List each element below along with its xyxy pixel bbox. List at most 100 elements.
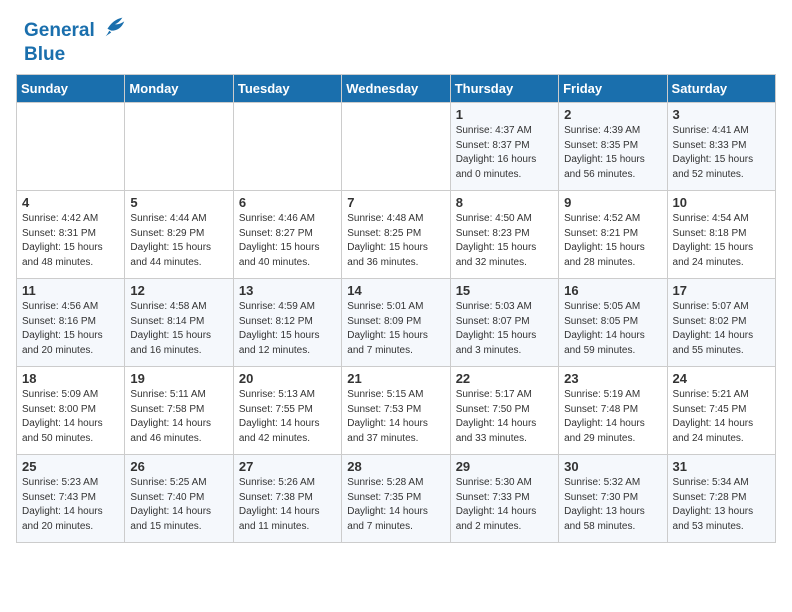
day-number: 3 — [673, 107, 770, 122]
day-info: Sunrise: 4:39 AM Sunset: 8:35 PM Dayligh… — [564, 124, 661, 182]
calendar-cell: 21 Sunrise: 5:15 AM Sunset: 7:53 PM Dayli… — [342, 367, 450, 455]
day-number: 11 — [22, 283, 119, 298]
day-number: 1 — [456, 107, 553, 122]
day-info: Sunrise: 5:25 AM Sunset: 7:40 PM Dayligh… — [130, 476, 227, 534]
day-info: Sunrise: 5:01 AM Sunset: 8:09 PM Dayligh… — [347, 300, 444, 358]
calendar-cell: 14 Sunrise: 5:01 AM Sunset: 8:09 PM Dayli… — [342, 279, 450, 367]
day-number: 22 — [456, 371, 553, 386]
calendar-cell: 12 Sunrise: 4:58 AM Sunset: 8:14 PM Dayli… — [125, 279, 233, 367]
calendar-cell: 15 Sunrise: 5:03 AM Sunset: 8:07 PM Dayli… — [450, 279, 558, 367]
week-row-3: 11 Sunrise: 4:56 AM Sunset: 8:16 PM Dayli… — [17, 279, 776, 367]
day-number: 29 — [456, 459, 553, 474]
calendar-cell: 26 Sunrise: 5:25 AM Sunset: 7:40 PM Dayli… — [125, 455, 233, 543]
calendar-cell: 17 Sunrise: 5:07 AM Sunset: 8:02 PM Dayli… — [667, 279, 775, 367]
day-number: 31 — [673, 459, 770, 474]
day-number: 18 — [22, 371, 119, 386]
day-number: 21 — [347, 371, 444, 386]
calendar-cell: 23 Sunrise: 5:19 AM Sunset: 7:48 PM Dayli… — [559, 367, 667, 455]
calendar-cell: 1 Sunrise: 4:37 AM Sunset: 8:37 PM Daylig… — [450, 103, 558, 191]
calendar-cell: 31 Sunrise: 5:34 AM Sunset: 7:28 PM Dayli… — [667, 455, 775, 543]
day-info: Sunrise: 5:15 AM Sunset: 7:53 PM Dayligh… — [347, 388, 444, 446]
weekday-header-friday: Friday — [559, 75, 667, 103]
day-info: Sunrise: 4:59 AM Sunset: 8:12 PM Dayligh… — [239, 300, 336, 358]
day-number: 7 — [347, 195, 444, 210]
day-info: Sunrise: 5:28 AM Sunset: 7:35 PM Dayligh… — [347, 476, 444, 534]
day-number: 15 — [456, 283, 553, 298]
day-number: 17 — [673, 283, 770, 298]
week-row-2: 4Sunrise: 4:42 AM Sunset: 8:31 PM Daylig… — [17, 191, 776, 279]
day-info: Sunrise: 4:50 AM Sunset: 8:23 PM Dayligh… — [456, 212, 553, 270]
calendar-cell: 7 Sunrise: 4:48 AM Sunset: 8:25 PM Daylig… — [342, 191, 450, 279]
calendar-cell: 25 Sunrise: 5:23 AM Sunset: 7:43 PM Dayli… — [17, 455, 125, 543]
day-number: 16 — [564, 283, 661, 298]
day-info: Sunrise: 4:48 AM Sunset: 8:25 PM Dayligh… — [347, 212, 444, 270]
weekday-header-saturday: Saturday — [667, 75, 775, 103]
calendar-cell: 4Sunrise: 4:42 AM Sunset: 8:31 PM Daylig… — [17, 191, 125, 279]
day-info: Sunrise: 4:42 AM Sunset: 8:31 PM Dayligh… — [22, 212, 119, 270]
day-info: Sunrise: 4:52 AM Sunset: 8:21 PM Dayligh… — [564, 212, 661, 270]
calendar-cell: 2Sunrise: 4:39 AM Sunset: 8:35 PM Daylig… — [559, 103, 667, 191]
logo-blue: Blue — [24, 45, 128, 64]
day-number: 19 — [130, 371, 227, 386]
day-info: Sunrise: 5:30 AM Sunset: 7:33 PM Dayligh… — [456, 476, 553, 534]
day-number: 30 — [564, 459, 661, 474]
calendar-cell — [17, 103, 125, 191]
calendar-cell: 18 Sunrise: 5:09 AM Sunset: 8:00 PM Dayli… — [17, 367, 125, 455]
day-number: 23 — [564, 371, 661, 386]
day-info: Sunrise: 5:26 AM Sunset: 7:38 PM Dayligh… — [239, 476, 336, 534]
weekday-header-thursday: Thursday — [450, 75, 558, 103]
calendar-cell: 6 Sunrise: 4:46 AM Sunset: 8:27 PM Daylig… — [233, 191, 341, 279]
day-info: Sunrise: 5:21 AM Sunset: 7:45 PM Dayligh… — [673, 388, 770, 446]
day-number: 5 — [130, 195, 227, 210]
calendar-cell: 13 Sunrise: 4:59 AM Sunset: 8:12 PM Dayli… — [233, 279, 341, 367]
day-info: Sunrise: 4:54 AM Sunset: 8:18 PM Dayligh… — [673, 212, 770, 270]
weekday-header-row: SundayMondayTuesdayWednesdayThursdayFrid… — [17, 75, 776, 103]
page-header: General Blue — [0, 0, 792, 74]
calendar-cell: 27 Sunrise: 5:26 AM Sunset: 7:38 PM Dayli… — [233, 455, 341, 543]
weekday-header-sunday: Sunday — [17, 75, 125, 103]
calendar-cell: 29 Sunrise: 5:30 AM Sunset: 7:33 PM Dayli… — [450, 455, 558, 543]
day-info: Sunrise: 5:19 AM Sunset: 7:48 PM Dayligh… — [564, 388, 661, 446]
day-info: Sunrise: 4:46 AM Sunset: 8:27 PM Dayligh… — [239, 212, 336, 270]
calendar-cell: 30Sunrise: 5:32 AM Sunset: 7:30 PM Dayli… — [559, 455, 667, 543]
day-info: Sunrise: 5:13 AM Sunset: 7:55 PM Dayligh… — [239, 388, 336, 446]
calendar-cell — [233, 103, 341, 191]
day-info: Sunrise: 5:23 AM Sunset: 7:43 PM Dayligh… — [22, 476, 119, 534]
week-row-5: 25 Sunrise: 5:23 AM Sunset: 7:43 PM Dayli… — [17, 455, 776, 543]
calendar-container: SundayMondayTuesdayWednesdayThursdayFrid… — [0, 74, 792, 553]
weekday-header-monday: Monday — [125, 75, 233, 103]
day-number: 26 — [130, 459, 227, 474]
day-info: Sunrise: 4:37 AM Sunset: 8:37 PM Dayligh… — [456, 124, 553, 182]
day-number: 6 — [239, 195, 336, 210]
weekday-header-tuesday: Tuesday — [233, 75, 341, 103]
day-info: Sunrise: 4:56 AM Sunset: 8:16 PM Dayligh… — [22, 300, 119, 358]
day-number: 8 — [456, 195, 553, 210]
calendar-cell: 19 Sunrise: 5:11 AM Sunset: 7:58 PM Dayli… — [125, 367, 233, 455]
week-row-1: 1 Sunrise: 4:37 AM Sunset: 8:37 PM Daylig… — [17, 103, 776, 191]
day-number: 10 — [673, 195, 770, 210]
day-info: Sunrise: 4:44 AM Sunset: 8:29 PM Dayligh… — [130, 212, 227, 270]
day-info: Sunrise: 5:34 AM Sunset: 7:28 PM Dayligh… — [673, 476, 770, 534]
day-info: Sunrise: 5:05 AM Sunset: 8:05 PM Dayligh… — [564, 300, 661, 358]
day-info: Sunrise: 5:09 AM Sunset: 8:00 PM Dayligh… — [22, 388, 119, 446]
day-number: 13 — [239, 283, 336, 298]
calendar-cell: 24 Sunrise: 5:21 AM Sunset: 7:45 PM Dayli… — [667, 367, 775, 455]
calendar-table: SundayMondayTuesdayWednesdayThursdayFrid… — [16, 74, 776, 543]
day-info: Sunrise: 5:11 AM Sunset: 7:58 PM Dayligh… — [130, 388, 227, 446]
day-number: 9 — [564, 195, 661, 210]
day-number: 24 — [673, 371, 770, 386]
weekday-header-wednesday: Wednesday — [342, 75, 450, 103]
day-number: 25 — [22, 459, 119, 474]
day-number: 14 — [347, 283, 444, 298]
day-number: 12 — [130, 283, 227, 298]
calendar-cell: 9 Sunrise: 4:52 AM Sunset: 8:21 PM Daylig… — [559, 191, 667, 279]
day-info: Sunrise: 4:41 AM Sunset: 8:33 PM Dayligh… — [673, 124, 770, 182]
day-number: 27 — [239, 459, 336, 474]
logo: General Blue — [24, 18, 128, 64]
calendar-cell: 5 Sunrise: 4:44 AM Sunset: 8:29 PM Daylig… — [125, 191, 233, 279]
day-info: Sunrise: 5:03 AM Sunset: 8:07 PM Dayligh… — [456, 300, 553, 358]
day-info: Sunrise: 4:58 AM Sunset: 8:14 PM Dayligh… — [130, 300, 227, 358]
logo-bird-icon — [100, 12, 128, 40]
day-info: Sunrise: 5:07 AM Sunset: 8:02 PM Dayligh… — [673, 300, 770, 358]
week-row-4: 18 Sunrise: 5:09 AM Sunset: 8:00 PM Dayli… — [17, 367, 776, 455]
